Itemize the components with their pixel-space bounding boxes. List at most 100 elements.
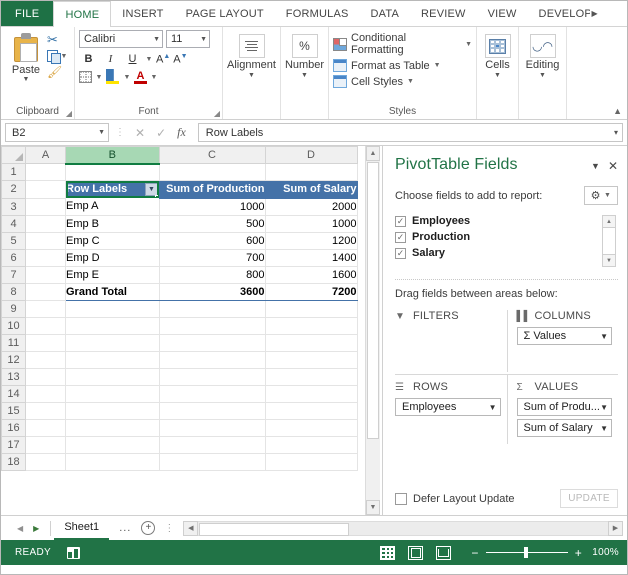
alignment-button[interactable]: Alignment ▼: [227, 30, 276, 80]
sheet-tab-sheet1[interactable]: Sheet1: [54, 517, 110, 540]
cell-a7[interactable]: [25, 266, 66, 284]
row-header-2[interactable]: 2: [1, 180, 26, 199]
cell-a10[interactable]: [25, 317, 66, 335]
tab-scroll-right-icon[interactable]: ▶: [590, 1, 600, 26]
tab-data[interactable]: DATA: [360, 1, 411, 26]
column-header-b[interactable]: B: [65, 146, 160, 165]
row-header-14[interactable]: 14: [1, 384, 26, 403]
formula-input[interactable]: Row Labels ▾: [197, 123, 623, 142]
scrollbar-space[interactable]: [366, 440, 380, 500]
cell-b2-row-labels[interactable]: Row Labels ▼: [66, 181, 159, 198]
cell-b8-grand-total[interactable]: Grand Total: [65, 282, 160, 301]
cell-d14[interactable]: [265, 385, 358, 403]
field-list-scrollbar[interactable]: ▲ ▼: [602, 215, 616, 267]
tab-home[interactable]: HOME: [53, 1, 112, 27]
zoom-slider[interactable]: [485, 547, 568, 558]
cell-c12[interactable]: [159, 351, 266, 369]
cell-b16[interactable]: [65, 419, 160, 437]
checkbox-defer-layout-update[interactable]: [395, 492, 407, 505]
row-header-8[interactable]: 8: [1, 282, 26, 301]
field-item-employees[interactable]: ✓ Employees: [395, 215, 470, 227]
chevron-down-icon[interactable]: ▼: [591, 161, 600, 171]
cell-c4[interactable]: 500: [159, 215, 266, 233]
zoom-slider-thumb[interactable]: [523, 547, 528, 558]
insert-function-icon[interactable]: fx: [177, 125, 186, 140]
area-columns[interactable]: ▌▌ COLUMNS Σ Values ▼: [506, 310, 619, 372]
page-layout-view-icon[interactable]: [408, 545, 424, 560]
cell-c11[interactable]: [159, 334, 266, 352]
cell-styles-button[interactable]: Cell Styles ▼: [333, 75, 472, 88]
row-header-4[interactable]: 4: [1, 214, 26, 233]
cell-c10[interactable]: [159, 317, 266, 335]
cell-d13[interactable]: [265, 368, 358, 386]
row-header-11[interactable]: 11: [1, 333, 26, 352]
cell-d9[interactable]: [265, 300, 358, 318]
scroll-left-icon[interactable]: ◀: [183, 520, 199, 536]
chevron-down-icon[interactable]: ▼: [600, 424, 608, 433]
cell-d18[interactable]: [265, 453, 358, 471]
row-header-18[interactable]: 18: [1, 452, 26, 471]
editing-button[interactable]: ◡◠ Editing ▼: [523, 30, 562, 80]
name-box[interactable]: B2 ▼: [5, 123, 109, 142]
cells-button[interactable]: Cells ▼: [481, 30, 514, 80]
cell-a5[interactable]: [25, 232, 66, 250]
cell-d17[interactable]: [265, 436, 358, 454]
cell-a18[interactable]: [25, 453, 66, 471]
plus-icon[interactable]: +: [141, 521, 156, 535]
tab-formulas[interactable]: FORMULAS: [275, 1, 360, 26]
cell-a12[interactable]: [25, 351, 66, 369]
number-caret-icon[interactable]: ▼: [301, 72, 308, 80]
cell-c5[interactable]: 600: [159, 232, 266, 250]
cell-a8[interactable]: [25, 283, 66, 301]
checkbox-employees[interactable]: ✓: [395, 215, 406, 227]
tab-developer[interactable]: DEVELOPER: [528, 1, 590, 26]
chevron-down-icon[interactable]: ▼: [489, 403, 497, 412]
zoom-level[interactable]: 100%: [589, 547, 619, 558]
cell-b6[interactable]: Emp D: [65, 249, 160, 267]
pill-employees[interactable]: Employees ▼: [395, 398, 501, 416]
checkbox-production[interactable]: ✓: [395, 231, 406, 243]
checkbox-salary[interactable]: ✓: [395, 247, 406, 259]
tab-review[interactable]: REVIEW: [410, 1, 477, 26]
chevron-down-icon[interactable]: ▼: [600, 332, 608, 341]
scroll-down-icon[interactable]: ▼: [602, 254, 616, 267]
select-all-corner[interactable]: [1, 146, 26, 164]
cell-a2[interactable]: [25, 180, 66, 199]
borders-caret-icon[interactable]: ▼: [95, 74, 103, 81]
cell-c18[interactable]: [159, 453, 266, 471]
cell-a1[interactable]: [25, 163, 66, 181]
fill-color-caret-icon[interactable]: ▼: [123, 74, 131, 81]
cell-c13[interactable]: [159, 368, 266, 386]
row-header-13[interactable]: 13: [1, 367, 26, 386]
scrollbar-track[interactable]: [198, 520, 608, 536]
worksheet-grid[interactable]: A B C D 1 2 Row Labels ▼ Sum of Producti…: [1, 146, 383, 515]
cell-d3[interactable]: 2000: [265, 198, 358, 216]
cell-c9[interactable]: [159, 300, 266, 318]
check-icon[interactable]: ✓: [156, 126, 166, 140]
font-name-combo[interactable]: Calibri ▼: [79, 30, 163, 48]
fill-handle[interactable]: [155, 195, 158, 197]
vertical-dots-icon[interactable]: ⋮: [158, 523, 180, 534]
row-header-9[interactable]: 9: [1, 299, 26, 318]
update-button[interactable]: UPDATE: [560, 489, 618, 508]
cell-c17[interactable]: [159, 436, 266, 454]
scrollbar-thumb[interactable]: [367, 162, 379, 439]
pill-sum-of-salary[interactable]: Sum of Salary ▼: [516, 419, 612, 437]
cell-d10[interactable]: [265, 317, 358, 335]
cell-b7[interactable]: Emp E: [65, 266, 160, 284]
cell-d12[interactable]: [265, 351, 358, 369]
cell-b15[interactable]: [65, 402, 160, 420]
cell-d8-grand-total[interactable]: 7200: [265, 282, 358, 301]
cell-a15[interactable]: [25, 402, 66, 420]
cell-c15[interactable]: [159, 402, 266, 420]
page-break-view-icon[interactable]: [436, 545, 452, 560]
zoom-out-button[interactable]: −: [471, 547, 478, 559]
row-header-15[interactable]: 15: [1, 401, 26, 420]
cell-a3[interactable]: [25, 198, 66, 216]
editing-caret-icon[interactable]: ▼: [539, 72, 546, 80]
cell-d2-sum-of-salary[interactable]: Sum of Salary: [265, 180, 358, 199]
cell-b9[interactable]: [65, 300, 160, 318]
area-rows[interactable]: ☰ ROWS Employees ▼: [395, 374, 507, 444]
cell-b4[interactable]: Emp B: [65, 215, 160, 233]
filter-dropdown-icon[interactable]: ▼: [145, 182, 158, 196]
